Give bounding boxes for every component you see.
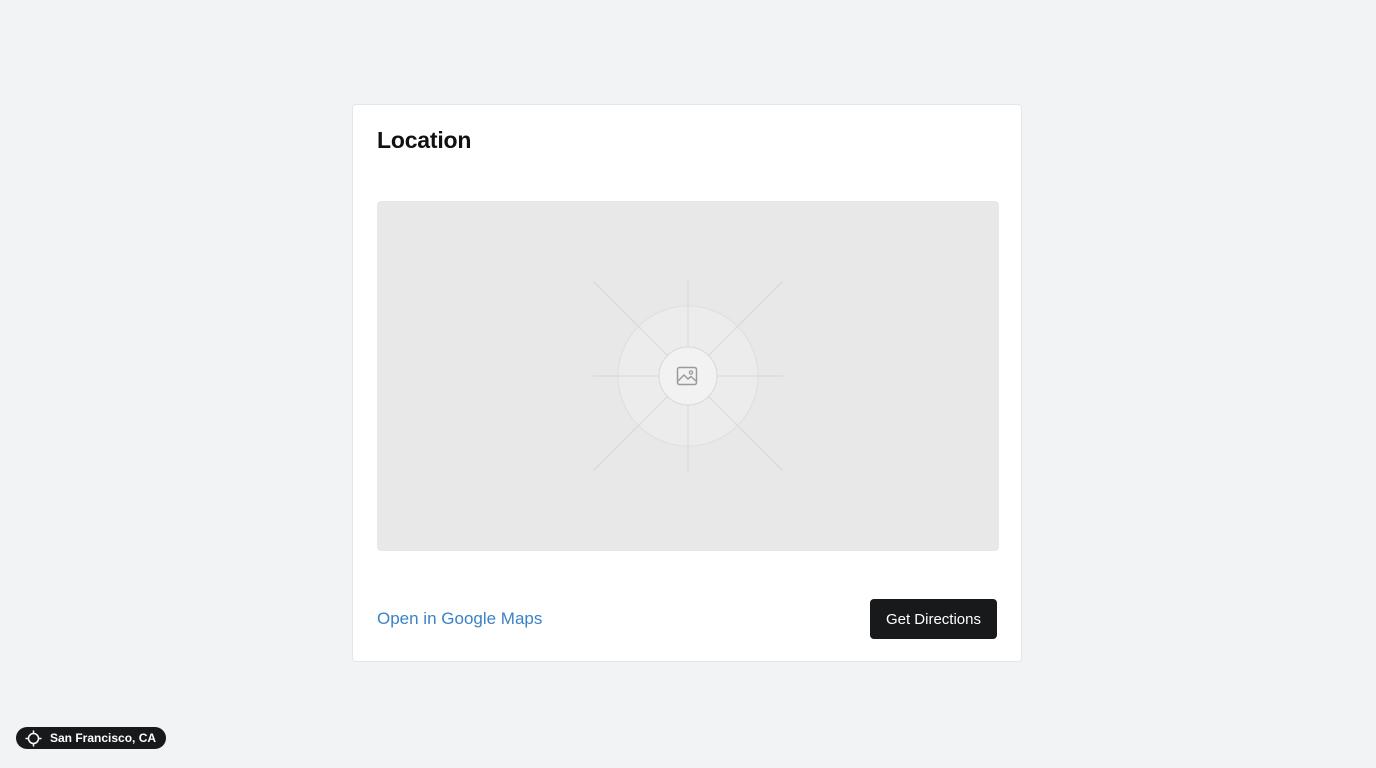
location-card: Location Open in Google Maps Get Directi… <box>352 104 1022 662</box>
image-icon <box>676 366 698 386</box>
location-label: San Francisco, CA <box>50 731 157 745</box>
location-badge[interactable]: San Francisco, CA <box>16 727 167 749</box>
card-title: Location <box>377 127 472 153</box>
card-footer: Open in Google Maps Get Directions <box>377 599 997 639</box>
get-directions-button[interactable]: Get Directions <box>869 599 997 639</box>
crosshair-icon <box>25 730 42 746</box>
open-in-google-maps-link[interactable]: Open in Google Maps <box>377 609 542 629</box>
map-placeholder <box>377 201 999 551</box>
page: Location Open in Google Maps Get Directi… <box>0 0 1376 768</box>
